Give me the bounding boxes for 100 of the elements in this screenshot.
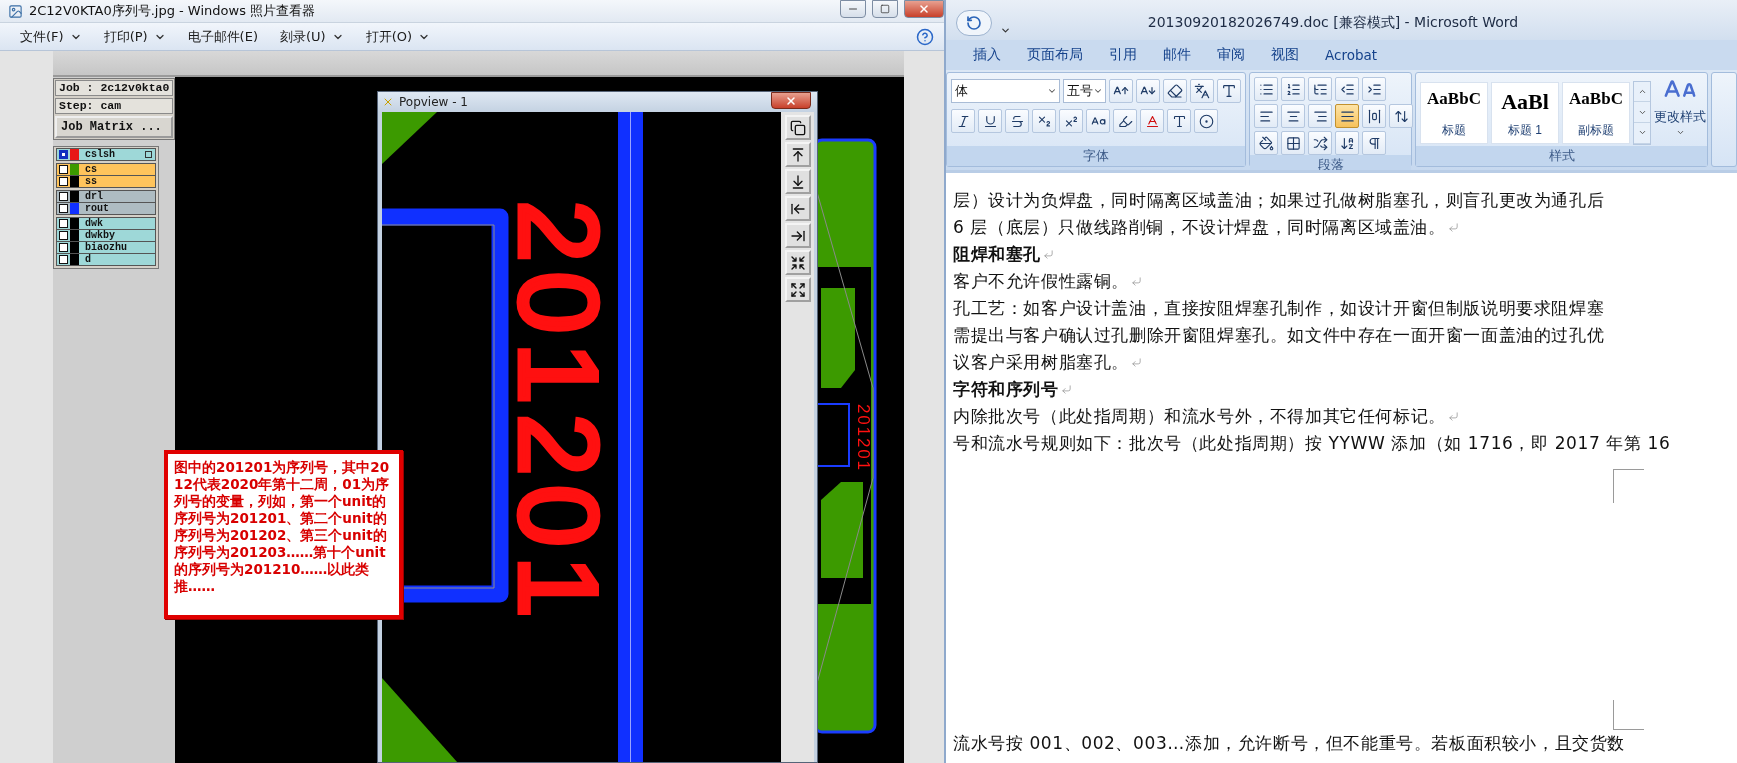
ribbon-tab[interactable]: 插入 (960, 46, 1014, 64)
layer-checkbox[interactable] (59, 231, 68, 240)
list-tree-icon (1312, 81, 1328, 97)
style-item[interactable]: AaBbC 标题 (1420, 81, 1488, 144)
window-title: 20130920182026749.doc [兼容模式] - Microsoft Word (1146, 14, 1520, 32)
layer-checkbox[interactable] (59, 150, 68, 159)
align-center-icon (1285, 108, 1301, 124)
toolbar-button[interactable] (978, 109, 1002, 133)
distribute-icon (1366, 108, 1382, 124)
layer-checkbox[interactable] (59, 255, 68, 264)
toolbar-button[interactable] (1194, 109, 1218, 133)
help-icon (916, 27, 934, 46)
minimize-button[interactable] (840, 0, 866, 18)
font-size-field[interactable]: 五号 (1062, 79, 1106, 103)
layer-checkbox[interactable] (59, 192, 68, 201)
paint-bucket-icon (1258, 135, 1274, 151)
layer-row[interactable]: rout (56, 202, 156, 215)
menu-item[interactable]: 打印(P) (103, 27, 166, 46)
expand-arrows-icon (789, 281, 806, 298)
align-button[interactable] (1308, 104, 1332, 128)
toolbar-button[interactable] (1389, 104, 1413, 128)
toolbar-button[interactable] (951, 109, 975, 133)
toolbar-button[interactable] (1281, 77, 1305, 101)
layer-checkbox[interactable] (59, 243, 68, 252)
note-text: 图中的201201为序列号，其中2012代表2020年第十二周，01为序列号的变量，列如，第一个unit的序列号为201201、第二个unit的序列号为201202、第三个unit的序列号为201203……第十个unit的序列号为201210……以此类推…… (174, 459, 391, 595)
toolbar-button[interactable] (1163, 79, 1187, 103)
paragraph-text: 议客户采用树脂塞孔。 (953, 351, 1129, 374)
menu-item[interactable]: 刻录(U) (279, 27, 344, 46)
toolbar-button[interactable] (1113, 109, 1137, 133)
align-button[interactable] (1254, 104, 1278, 128)
ribbon-tab[interactable]: 邮件 (1150, 46, 1204, 64)
toolbar-button[interactable] (1217, 79, 1241, 103)
toolbar-button[interactable] (1059, 109, 1083, 133)
ribbon-tab[interactable]: Acrobat (1312, 47, 1391, 63)
overlapping-squares-icon (789, 119, 806, 136)
close-button[interactable] (771, 92, 811, 109)
layer-name: rout (85, 203, 110, 214)
paragraph-text: 层）设计为负焊盘，同时隔离区域盖油；如果过孔做树脂塞孔，则盲孔更改为通孔后 (953, 189, 1605, 212)
layer-checkbox[interactable] (59, 165, 68, 174)
job-matrix-button[interactable]: Job Matrix ... (55, 116, 173, 138)
align-justify-icon (1339, 108, 1355, 124)
toolbar-button[interactable] (1032, 109, 1056, 133)
ribbon-tab[interactable]: 引用 (1096, 46, 1150, 64)
maximize-button[interactable] (872, 0, 898, 18)
heading-text: 阻焊和塞孔 (953, 243, 1041, 266)
layer-name: ss (85, 176, 98, 187)
sort-icon (1339, 135, 1355, 151)
caret-icon (1046, 86, 1057, 96)
close-icon (918, 3, 930, 15)
toolbar-button[interactable] (1362, 131, 1386, 155)
menu-item[interactable]: 打开(O) (365, 27, 431, 46)
toolbar-button[interactable] (1136, 79, 1160, 103)
paragraph-text: 需提出与客户确认过孔删除开窗阻焊塞孔。如文件中存在一面开窗一面盖油的过孔优 (953, 324, 1605, 347)
layer-checkbox[interactable] (59, 219, 68, 228)
align-right-icon (1312, 108, 1328, 124)
caret-icon (1000, 25, 1011, 36)
heading-text: 字符和序列号 (953, 378, 1059, 401)
align-button[interactable] (1335, 104, 1359, 128)
font-color-icon (1144, 113, 1160, 129)
layer-checkbox[interactable] (59, 204, 68, 213)
image-icon (8, 3, 23, 19)
style-item[interactable]: AaBbC 副标题 (1562, 81, 1630, 144)
underline-icon (982, 113, 998, 129)
layer-row[interactable]: d (56, 253, 156, 266)
undo-button[interactable] (956, 10, 992, 36)
eraser-icon (1167, 83, 1183, 99)
layer-checkbox[interactable] (59, 177, 68, 186)
align-button[interactable] (1281, 104, 1305, 128)
layer-name: cslsh (85, 149, 116, 160)
toolbar-button[interactable] (1308, 131, 1332, 155)
menu-item[interactable]: 电子邮件(E) (187, 27, 258, 46)
layer-row[interactable]: cslsh (56, 148, 156, 161)
change-styles-button[interactable]: 更改样式 (1654, 73, 1706, 141)
toolbar-button[interactable] (1190, 79, 1214, 103)
window-title: 2C12V0KTA0序列号.jpg - Windows 照片查看器 (29, 2, 317, 20)
phonetic-icon (1194, 83, 1210, 99)
paragraph-text: 内除批次号（此处指周期）和流水号外，不得加其它任何标记。 (953, 405, 1446, 428)
ribbon-tab[interactable]: 页面布局 (1014, 46, 1096, 64)
toolbar-button[interactable] (1005, 109, 1029, 133)
toolbar-button[interactable] (1167, 109, 1191, 133)
subscript-icon (1036, 113, 1052, 129)
line-spacing-icon (1393, 108, 1409, 124)
pilcrow-icon (1366, 135, 1382, 151)
font-name-field[interactable]: 体 (951, 79, 1060, 103)
indent-increase-icon (1366, 81, 1382, 97)
ribbon-tab[interactable]: 审阅 (1204, 46, 1258, 64)
ribbon-tab[interactable]: 视图 (1258, 46, 1312, 64)
toolbar-button[interactable] (1086, 109, 1110, 133)
align-button[interactable] (1362, 104, 1386, 128)
close-button[interactable] (904, 0, 944, 18)
menu-item[interactable]: 文件(F) (20, 27, 82, 46)
toolbar-button[interactable] (1281, 131, 1305, 155)
highlighter-icon (1117, 113, 1133, 129)
toolbar-button[interactable] (1254, 131, 1278, 155)
toolbar-button[interactable] (1109, 79, 1133, 103)
style-item[interactable]: AaBl 标题 1 (1491, 81, 1559, 144)
toolbar-button[interactable] (1335, 131, 1359, 155)
text-t-icon (1171, 113, 1187, 129)
layer-row[interactable]: ss (56, 175, 156, 188)
step-label: Step: cam (55, 98, 173, 114)
